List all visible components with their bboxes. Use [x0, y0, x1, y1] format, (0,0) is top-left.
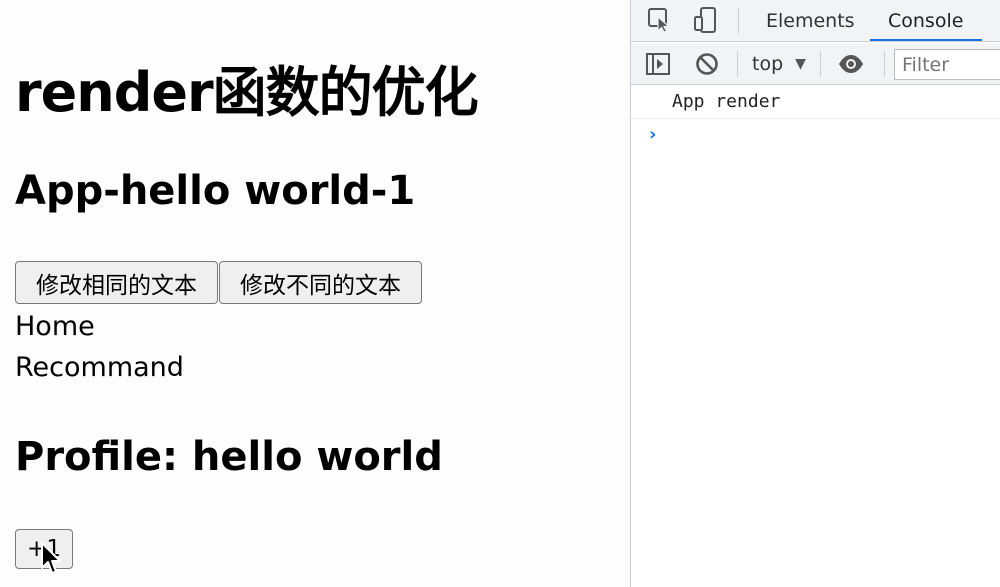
- toolbar-divider: [737, 51, 738, 77]
- device-toolbar-icon[interactable]: [692, 6, 720, 34]
- devtools-panel: Elements Console top ▼ Filter App render…: [630, 0, 1000, 587]
- devtools-tab-bar: Elements Console: [631, 0, 1000, 42]
- toolbar-divider: [820, 51, 821, 77]
- change-different-text-button[interactable]: 修改不同的文本: [219, 261, 422, 304]
- toolbar-divider: [884, 51, 885, 77]
- console-log-message: App render: [631, 86, 1000, 119]
- increment-button[interactable]: +1: [15, 529, 73, 569]
- active-tab-indicator: [870, 39, 982, 41]
- console-prompt-chevron-icon[interactable]: ›: [649, 124, 656, 145]
- console-toolbar: top ▼: [631, 43, 1000, 85]
- inspect-element-icon[interactable]: [646, 6, 674, 34]
- live-expression-eye-icon[interactable]: [837, 50, 865, 78]
- tab-console[interactable]: Console: [871, 0, 980, 41]
- page-viewport: render函数的优化 App-hello world-1 修改相同的文本 修改…: [0, 0, 630, 587]
- show-sidebar-icon[interactable]: [644, 50, 672, 78]
- toolbar-divider: [738, 8, 739, 34]
- home-text: Home: [15, 311, 95, 342]
- page-title: render函数的优化: [15, 61, 479, 124]
- tab-elements[interactable]: Elements: [766, 0, 855, 41]
- execution-context-select[interactable]: top ▼: [752, 51, 806, 77]
- recommend-text: Recommand: [15, 352, 184, 383]
- clear-console-icon[interactable]: [693, 50, 721, 78]
- app-heading: App-hello world-1: [15, 168, 416, 214]
- dropdown-triangle-icon: ▼: [795, 56, 806, 72]
- execution-context-label: top: [752, 53, 784, 75]
- change-same-text-button[interactable]: 修改相同的文本: [15, 261, 218, 304]
- console-filter-input[interactable]: [894, 49, 1000, 80]
- profile-heading: Profile: hello world: [15, 434, 443, 480]
